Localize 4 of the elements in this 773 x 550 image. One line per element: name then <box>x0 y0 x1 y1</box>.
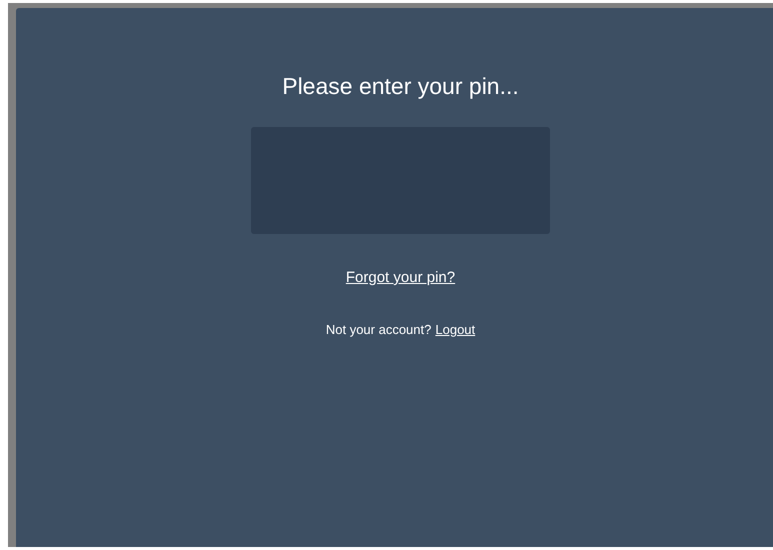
account-prompt: Not your account? <box>326 322 432 337</box>
forgot-pin-link[interactable]: Forgot your pin? <box>346 269 456 286</box>
title: Please enter your pin... <box>282 72 519 100</box>
logout-link[interactable]: Logout <box>435 322 476 337</box>
